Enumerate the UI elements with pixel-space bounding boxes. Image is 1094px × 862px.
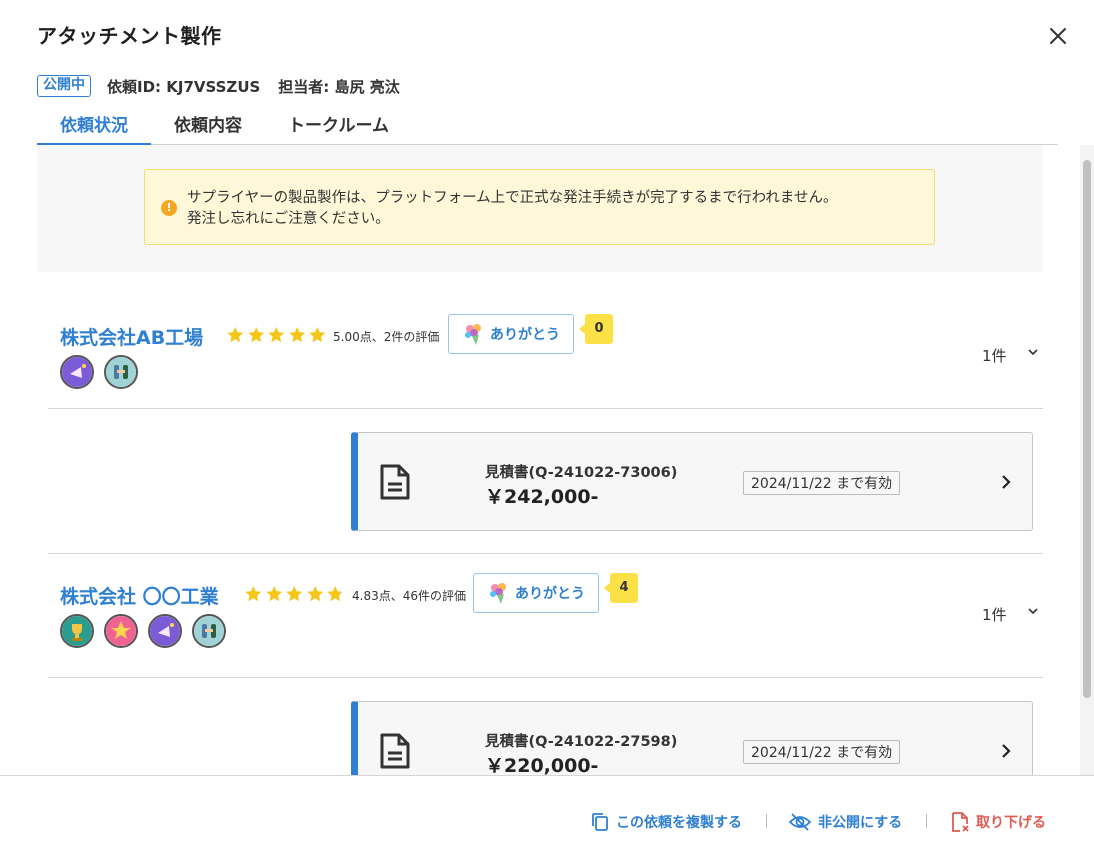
request-meta: 公開中 依頼ID: KJ7VSSZUS 担当者: 島尻 亮汰	[37, 74, 400, 98]
quote-title: 見積書(Q-241022-27598)	[485, 734, 678, 750]
quote-list: 見積書(Q-241022-27598) ￥220,000- 2024/11/22…	[48, 678, 1043, 775]
thanks-count: 4	[604, 573, 638, 603]
thanks-label: ありがとう	[515, 586, 585, 602]
star-icon	[247, 327, 264, 343]
eye-off-icon	[788, 813, 812, 831]
supplier-header: 株式会社AB工場 5.00点、2件の評価 ありがとう 0 1件	[48, 295, 1043, 409]
chevron-down-icon[interactable]	[1026, 345, 1040, 359]
document-remove-icon	[952, 812, 969, 832]
notice-band: ! サプライヤーの製品製作は、プラットフォーム上で正式な発注手続きが完了するまで…	[37, 145, 1043, 272]
supplier-section: 株式会社AB工場 5.00点、2件の評価 ありがとう 0 1件 見積書(Q-24…	[48, 295, 1043, 554]
chevron-down-icon[interactable]	[1026, 604, 1040, 618]
close-icon	[1050, 28, 1066, 44]
content-scroll-area[interactable]: ! サプライヤーの製品製作は、プラットフォーム上で正式な発注手続きが完了するまで…	[0, 145, 1080, 775]
quote-valid-until: 2024/11/22 まで有効	[743, 471, 901, 495]
tab-talk-room[interactable]: トークルーム	[265, 108, 412, 145]
withdraw-button[interactable]: 取り下げる	[950, 810, 1046, 834]
dialog-header: アタッチメント製作	[0, 0, 1094, 70]
quote-title: 見積書(Q-241022-73006)	[485, 465, 678, 481]
thanks-label: ありがとう	[490, 327, 560, 343]
supplier-section: 株式会社 〇〇工業 4.83点、46件の評価 ありがとう 4 1件 見積書(Q-…	[48, 554, 1043, 775]
withdraw-label: 取り下げる	[976, 815, 1046, 831]
star-icon	[268, 327, 285, 343]
trophy-badge-icon	[60, 614, 94, 648]
megaphone-badge-icon	[148, 614, 182, 648]
tab-request-details[interactable]: 依頼内容	[151, 108, 265, 145]
document-icon	[380, 733, 410, 769]
bouquet-icon	[490, 583, 506, 604]
request-id: 依頼ID: KJ7VSSZUS	[107, 77, 261, 96]
notice-line-2: 発注し忘れにご注意ください。	[187, 211, 390, 227]
supplier-name[interactable]: 株式会社 〇〇工業	[60, 582, 219, 609]
megaphone-badge-icon	[60, 355, 94, 389]
chevron-right-icon	[1002, 744, 1011, 758]
thanks-button[interactable]: ありがとう	[473, 573, 599, 613]
quote-count: 1件	[982, 347, 1007, 365]
dialog-footer: この依頼を複製する 非公開にする 取り下げる	[0, 775, 1094, 862]
quote-valid-until: 2024/11/22 まで有効	[743, 740, 901, 764]
copy-icon	[592, 813, 608, 831]
star-icon	[265, 586, 282, 602]
star-icon	[309, 327, 326, 343]
status-badge: 公開中	[37, 75, 91, 97]
rating-stars	[226, 326, 329, 344]
footer-divider	[926, 814, 927, 828]
quote-list: 見積書(Q-241022-73006) ￥242,000- 2024/11/22…	[48, 409, 1043, 554]
star-icon	[288, 327, 305, 343]
achievement-badges	[60, 614, 236, 648]
tab-bar: 依頼状況 依頼内容 トークルーム	[37, 108, 1058, 146]
quote-card[interactable]: 見積書(Q-241022-27598) ￥220,000- 2024/11/22…	[351, 701, 1033, 775]
bouquet-icon	[465, 324, 481, 345]
achievement-badges	[60, 355, 148, 389]
star-icon	[227, 327, 244, 343]
handshake-badge-icon	[104, 355, 138, 389]
star-icon	[245, 586, 262, 602]
notice-box: ! サプライヤーの製品製作は、プラットフォーム上で正式な発注手続きが完了するまで…	[144, 169, 935, 245]
star-icon	[306, 586, 323, 602]
quote-price: ￥220,000-	[485, 755, 599, 775]
scrollbar-thumb[interactable]	[1083, 160, 1091, 698]
notice-line-1: サプライヤーの製品製作は、プラットフォーム上で正式な発注手続きが完了するまで行わ…	[187, 190, 838, 206]
unpublish-label: 非公開にする	[818, 815, 903, 831]
star-icon	[286, 586, 303, 602]
star-icon	[327, 586, 344, 602]
quote-price: ￥242,000-	[485, 486, 599, 508]
handshake-badge-icon	[192, 614, 226, 648]
duplicate-request-button[interactable]: この依頼を複製する	[590, 810, 742, 834]
footer-divider	[766, 814, 767, 828]
rating-score: 4.83点、46件の評価	[352, 589, 466, 603]
quote-card[interactable]: 見積書(Q-241022-73006) ￥242,000- 2024/11/22…	[351, 432, 1033, 531]
dialog-title: アタッチメント製作	[37, 24, 222, 48]
thanks-button[interactable]: ありがとう	[448, 314, 574, 354]
supplier-name[interactable]: 株式会社AB工場	[60, 323, 203, 350]
rating-score: 5.00点、2件の評価	[333, 330, 440, 344]
unpublish-button[interactable]: 非公開にする	[788, 810, 902, 834]
quote-count: 1件	[982, 606, 1007, 624]
close-button[interactable]	[1046, 24, 1070, 48]
warning-icon: !	[161, 200, 177, 216]
assignee: 担当者: 島尻 亮汰	[278, 77, 400, 96]
duplicate-label: この依頼を複製する	[616, 815, 742, 831]
star-crown-badge-icon	[104, 614, 138, 648]
rating-stars	[244, 585, 347, 603]
thanks-count: 0	[579, 314, 613, 344]
tab-request-status[interactable]: 依頼状況	[37, 108, 151, 146]
document-icon	[380, 464, 410, 500]
chevron-right-icon	[1002, 475, 1011, 489]
supplier-header: 株式会社 〇〇工業 4.83点、46件の評価 ありがとう 4 1件	[48, 554, 1043, 678]
